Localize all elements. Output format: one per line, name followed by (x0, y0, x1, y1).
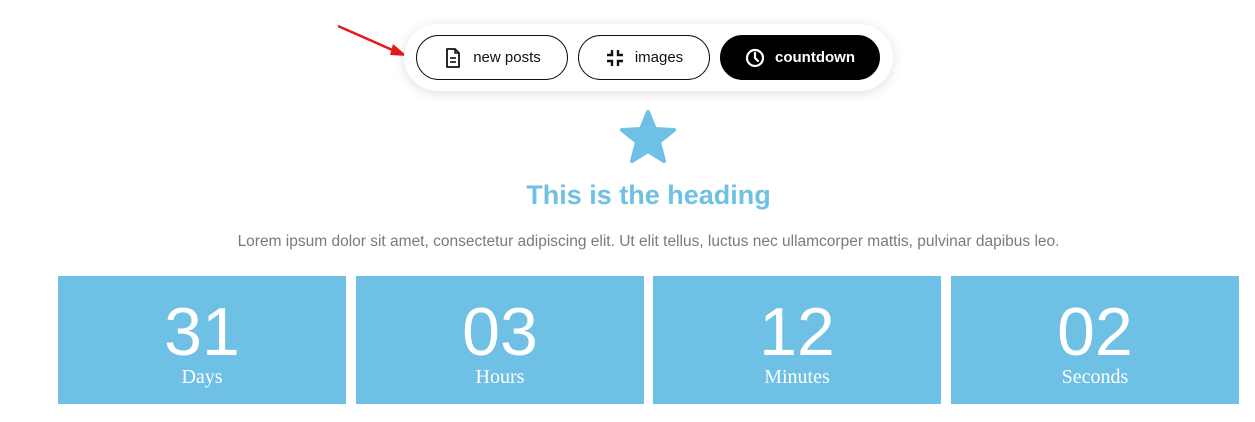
countdown-seconds: 02 Seconds (951, 276, 1239, 404)
tab-switcher: new posts images countdown (404, 24, 893, 91)
page: new posts images countdown This is the h… (0, 0, 1255, 422)
countdown-label: Seconds (1061, 366, 1129, 388)
intro-paragraph: Lorem ipsum dolor sit amet, consectetur … (237, 233, 1060, 250)
countdown-value: 03 (462, 294, 538, 370)
countdown-label: Hours (475, 366, 525, 388)
tab-images[interactable]: images (578, 35, 710, 80)
tab-new-posts[interactable]: new posts (416, 35, 568, 80)
countdown-minutes: 12 Minutes (653, 276, 941, 404)
annotation-arrow (337, 24, 407, 56)
countdown-timer: 31 Days 03 Hours 12 Minutes 02 Seconds (58, 276, 1239, 404)
countdown-days: 31 Days (58, 276, 346, 404)
tab-countdown[interactable]: countdown (720, 35, 880, 80)
countdown-value: 12 (759, 294, 835, 370)
countdown-hours: 03 Hours (356, 276, 644, 404)
countdown-label: Minutes (764, 366, 830, 388)
star-icon (620, 110, 676, 163)
clock-icon (745, 48, 765, 68)
countdown-label: Days (181, 366, 223, 388)
shrink-icon (605, 48, 625, 68)
tab-label: images (634, 49, 684, 66)
page-heading: This is the heading (526, 180, 771, 210)
countdown-value: 02 (1057, 294, 1133, 370)
tab-label: new posts (473, 49, 541, 66)
tab-label: countdown (775, 49, 855, 66)
document-icon (443, 47, 463, 68)
countdown-value: 31 (164, 294, 240, 370)
